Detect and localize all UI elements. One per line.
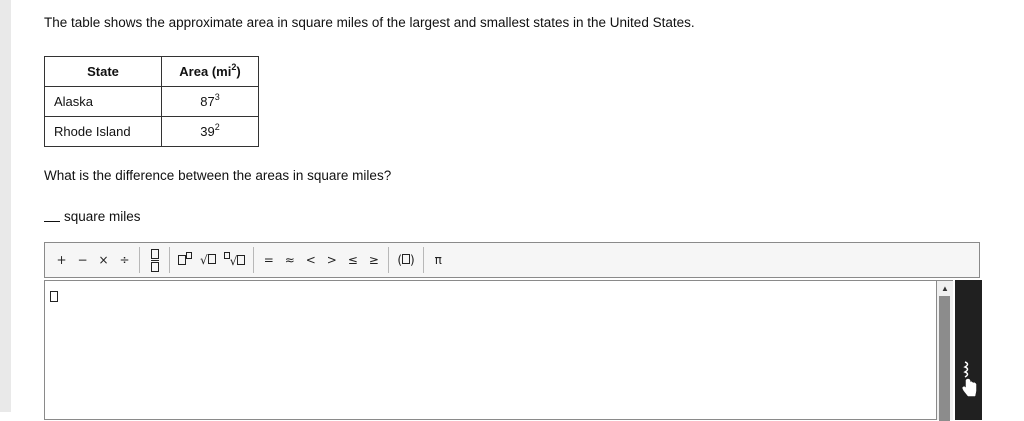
intro-text: The table shows the approximate area in … [44,15,695,30]
approx-button[interactable]: ≈ [279,247,300,273]
parentheses-icon: () [397,253,415,267]
greater-equal-button[interactable]: ≥ [363,247,384,273]
exponent-button[interactable] [174,247,196,273]
nth-root-button[interactable]: √ [220,247,250,273]
scroll-up-icon[interactable]: ▲ [941,284,949,293]
table-header-row: State Area (mi2) [44,56,259,87]
answer-editor[interactable] [44,280,937,420]
fraction-button[interactable] [144,247,165,273]
answer-prompt: square miles [44,209,141,224]
toolbar-divider [169,247,170,273]
cell-state: Rhode Island [44,116,162,147]
toolbar-divider [422,247,424,273]
editor-placeholder-box [50,291,58,302]
times-button[interactable]: × [93,247,114,273]
answer-unit-label: square miles [64,209,141,224]
header-state: State [44,56,162,87]
exponent-icon [178,252,192,268]
left-margin-strip [0,0,11,412]
scroll-thumb[interactable] [939,296,950,421]
cell-state: Alaska [44,86,162,117]
toolbar-divider [388,247,390,273]
divide-button[interactable]: ÷ [114,247,135,273]
minus-button[interactable]: − [72,247,93,273]
state-area-table: State Area (mi2) Alaska 873 Rhode Island… [44,56,259,147]
answer-blank [44,209,60,222]
fraction-icon [150,248,159,272]
plus-button[interactable]: + [51,247,72,273]
less-than-button[interactable]: < [300,247,321,273]
cell-area: 873 [161,86,259,117]
table-row: Alaska 873 [44,86,259,117]
header-area: Area (mi2) [161,56,259,87]
toolbar-divider [139,247,140,273]
equals-button[interactable]: = [258,247,279,273]
math-toolbar: + − × ÷ √ √ = ≈ < > ≤ ≥ () π [44,242,980,278]
nth-root-icon: √ [223,252,246,268]
square-root-button[interactable]: √ [196,247,220,273]
pi-button[interactable]: π [428,247,449,273]
toolbar-divider [253,247,255,273]
hand-pointer-icon[interactable] [959,360,979,398]
greater-than-button[interactable]: > [321,247,342,273]
cell-area: 392 [161,116,259,147]
tool-side-panel [955,280,982,420]
table-row: Rhode Island 392 [44,116,259,147]
square-root-icon: √ [200,253,216,267]
less-equal-button[interactable]: ≤ [342,247,363,273]
editor-scrollbar[interactable]: ▲ [937,280,953,421]
parentheses-button[interactable]: () [393,247,418,273]
question-text: What is the difference between the areas… [44,168,392,183]
